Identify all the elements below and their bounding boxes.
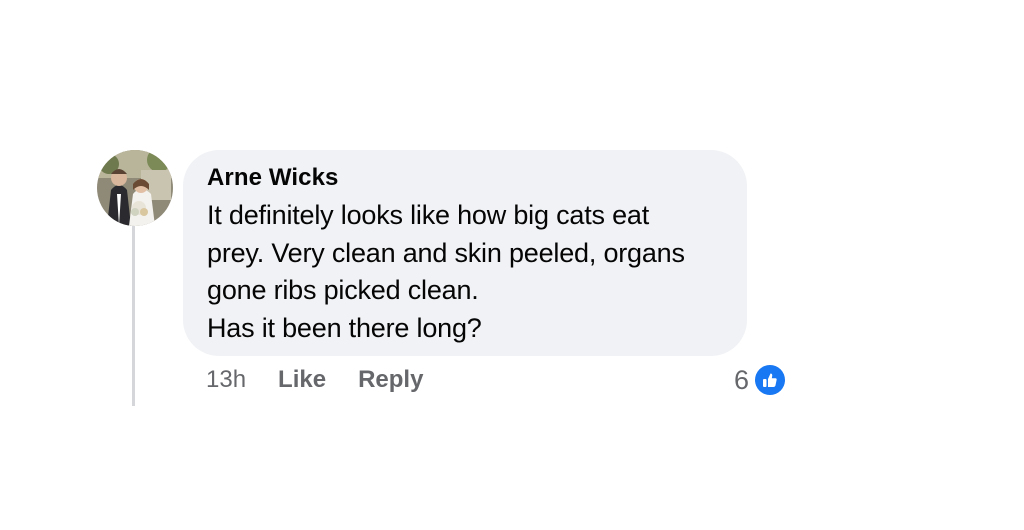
comment-timestamp[interactable]: 13h — [206, 366, 246, 394]
reply-thread-line — [132, 226, 135, 406]
thumbs-up-icon — [755, 365, 786, 395]
reaction-summary[interactable]: 6 — [734, 362, 786, 398]
comment-bubble: Arne Wicks It definitely looks like how … — [183, 150, 747, 356]
profile-photo-icon — [97, 150, 173, 226]
avatar[interactable] — [97, 150, 173, 226]
reaction-count: 6 — [734, 364, 750, 395]
comment-text: It definitely looks like how big cats ea… — [207, 200, 685, 343]
reply-button[interactable]: Reply — [358, 366, 423, 394]
comment-author[interactable]: Arne Wicks — [207, 162, 723, 194]
like-button[interactable]: Like — [278, 366, 326, 394]
comment-actions: 13h Like Reply — [206, 362, 455, 398]
